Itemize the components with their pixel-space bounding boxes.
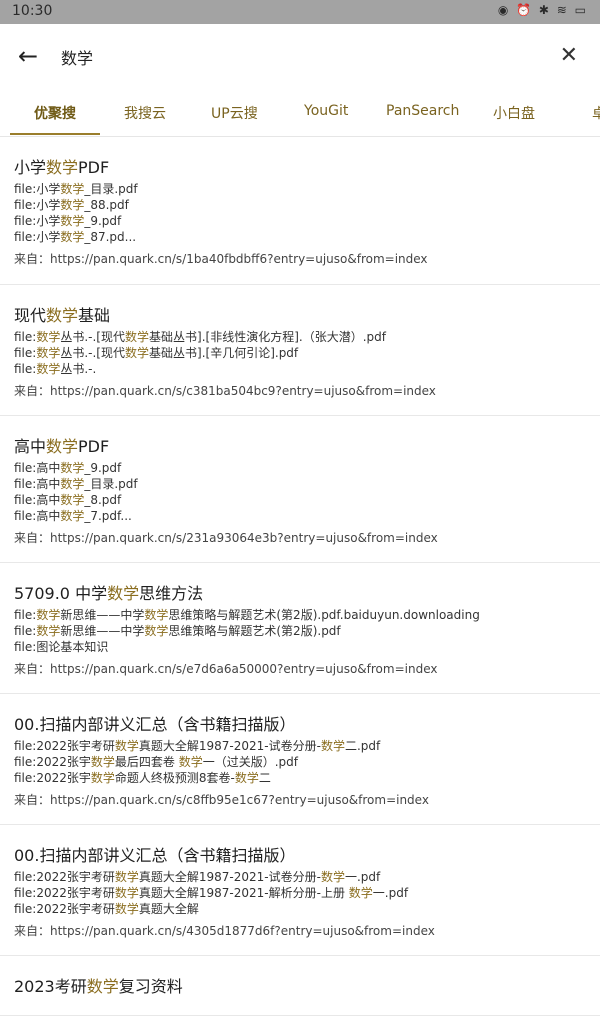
result-source-link[interactable]: 来自：https://pan.quark.cn/s/4305d1877d6f?e… <box>14 922 435 939</box>
highlight-term: 数学 <box>60 509 85 523</box>
highlight-term: 数学 <box>114 902 139 916</box>
result-file-line: file:数学新思维——中学数学思维策略与解题艺术(第2版).pdf <box>14 624 341 638</box>
result-source-link[interactable]: 来自：https://pan.quark.cn/s/e7d6a6a50000?e… <box>14 660 437 677</box>
highlight-term: 数学 <box>144 608 169 622</box>
result-card[interactable]: 00.扫描内部讲义汇总（含书籍扫描版） file:2022张宇考研数学真题大全解1… <box>0 693 600 825</box>
result-file-line: file:2022张宇数学最后四套卷 数学一（过关版）.pdf <box>14 755 298 769</box>
result-source-link[interactable]: 来自：https://pan.quark.cn/s/c8ffb95e1c67?e… <box>14 791 429 808</box>
highlight-term: 数学 <box>60 182 85 196</box>
close-icon[interactable]: ✕ <box>560 42 578 70</box>
result-file-line: file:高中数学_7.pdf... <box>14 509 132 523</box>
tab-3[interactable]: YouGit <box>304 103 348 119</box>
result-file-line: file:数学丛书.-. <box>14 362 97 376</box>
highlight-term: 数学 <box>144 624 169 638</box>
result-title: 小学数学PDF <box>14 158 110 177</box>
result-file-line: file:2022张宇考研数学真题大全解1987-2021-解析分册-上册 数学… <box>14 886 409 900</box>
result-title: 00.扫描内部讲义汇总（含书籍扫描版） <box>14 846 296 865</box>
tab-5[interactable]: 小白盘 <box>493 103 535 123</box>
highlight-term: 数学 <box>320 870 345 884</box>
result-source-link[interactable]: 来自：https://pan.quark.cn/s/1ba40fbdbff6?e… <box>14 250 428 267</box>
tab-2[interactable]: UP云搜 <box>211 103 258 123</box>
highlight-term: 数学 <box>36 624 61 638</box>
result-card[interactable]: 5709.0 中学数学思维方法 file:数学新思维——中学数学思维策略与解题艺术… <box>0 562 600 694</box>
highlight-term: 数学 <box>60 461 85 475</box>
highlight-term: 数学 <box>114 886 139 900</box>
highlight-term: 数学 <box>178 755 203 769</box>
source-tabs: 优聚搜 我搜云 UP云搜 YouGit PanSearch 小白盘 卓 <box>0 88 600 137</box>
result-title: 现代数学基础 <box>14 306 111 325</box>
highlight-term: 数学 <box>90 771 115 785</box>
search-bar: ← 数学 ✕ <box>0 24 600 88</box>
result-card[interactable]: 高中数学PDF file:高中数学_9.pdf file:高中数学_目录.pdffi… <box>0 415 600 563</box>
result-file-line: file:2022张宇数学命题人终极预测8套卷-数学二 <box>14 771 271 785</box>
tab-4[interactable]: PanSearch <box>386 103 459 119</box>
result-card[interactable]: 2023考研数学复习资料 <box>0 955 600 1016</box>
highlight-term: 数学 <box>86 977 119 996</box>
search-query[interactable]: 数学 <box>61 45 93 69</box>
highlight-term: 数学 <box>60 493 85 507</box>
highlight-term: 数学 <box>125 330 150 344</box>
status-time: 10:30 <box>12 3 53 19</box>
tab-6[interactable]: 卓 <box>592 103 600 123</box>
result-file-line: file:小学数学_88.pdf <box>14 198 129 212</box>
result-file-line: file:图论基本知识 <box>14 640 109 654</box>
result-file-line: file:高中数学_8.pdf <box>14 493 122 507</box>
result-file-line: file:高中数学_9.pdf <box>14 461 122 475</box>
highlight-term: 数学 <box>36 362 61 376</box>
result-title: 2023考研数学复习资料 <box>14 977 183 996</box>
highlight-term: 数学 <box>46 306 79 325</box>
highlight-term: 数学 <box>46 158 79 177</box>
result-title: 00.扫描内部讲义汇总（含书籍扫描版） <box>14 715 296 734</box>
highlight-term: 数学 <box>46 437 79 456</box>
back-arrow-icon[interactable]: ← <box>14 42 42 70</box>
result-source-link[interactable]: 来自：https://pan.quark.cn/s/c381ba504bc9?e… <box>14 382 436 399</box>
result-card[interactable]: 小学数学PDF file:小学数学_目录.pdf file:小学数学_88.pdff… <box>0 136 600 285</box>
highlight-term: 数学 <box>60 198 85 212</box>
result-file-line: file:小学数学_87.pd... <box>14 230 137 244</box>
highlight-term: 数学 <box>36 346 61 360</box>
result-file-line: file:小学数学_目录.pdf <box>14 182 138 196</box>
result-file-line: file:小学数学_9.pdf <box>14 214 122 228</box>
result-source-link[interactable]: 来自：https://pan.quark.cn/s/231a93064e3b?e… <box>14 529 438 546</box>
active-tab-indicator <box>10 133 100 135</box>
result-card[interactable]: 00.扫描内部讲义汇总（含书籍扫描版） file:2022张宇考研数学真题大全解1… <box>0 824 600 956</box>
result-card[interactable]: 现代数学基础 file:数学丛书.-.[现代数学基础丛书].[非线性演化方程].（… <box>0 284 600 416</box>
result-file-line: file:数学丛书.-.[现代数学基础丛书].[辛几何引论].pdf <box>14 346 299 360</box>
system-icons: ◉ ⏰ ✱ ≋ ▭ <box>497 3 588 17</box>
highlight-term: 数学 <box>107 584 140 603</box>
highlight-term: 数学 <box>114 870 139 884</box>
result-title: 高中数学PDF <box>14 437 110 456</box>
highlight-term: 数学 <box>90 755 115 769</box>
highlight-term: 数学 <box>60 230 85 244</box>
highlight-term: 数学 <box>36 608 61 622</box>
tab-0[interactable]: 优聚搜 <box>34 103 76 123</box>
result-file-line: file:2022张宇考研数学真题大全解 <box>14 902 199 916</box>
highlight-term: 数学 <box>36 330 61 344</box>
highlight-term: 数学 <box>60 214 85 228</box>
result-file-line: file:2022张宇考研数学真题大全解1987-2021-试卷分册-数学二.p… <box>14 739 381 753</box>
highlight-term: 数学 <box>60 477 85 491</box>
highlight-term: 数学 <box>320 739 345 753</box>
result-file-line: file:数学丛书.-.[现代数学基础丛书].[非线性演化方程].（张大潜）.p… <box>14 330 386 344</box>
highlight-term: 数学 <box>234 771 259 785</box>
highlight-term: 数学 <box>125 346 150 360</box>
result-title: 5709.0 中学数学思维方法 <box>14 584 204 603</box>
highlight-term: 数学 <box>114 739 139 753</box>
result-file-line: file:高中数学_目录.pdf <box>14 477 138 491</box>
highlight-term: 数学 <box>348 886 373 900</box>
status-bar: 10:30 ◉ ⏰ ✱ ≋ ▭ <box>0 0 600 24</box>
result-file-line: file:数学新思维——中学数学思维策略与解题艺术(第2版).pdf.baidu… <box>14 608 480 622</box>
tab-1[interactable]: 我搜云 <box>124 103 166 123</box>
result-file-line: file:2022张宇考研数学真题大全解1987-2021-试卷分册-数学一.p… <box>14 870 381 884</box>
